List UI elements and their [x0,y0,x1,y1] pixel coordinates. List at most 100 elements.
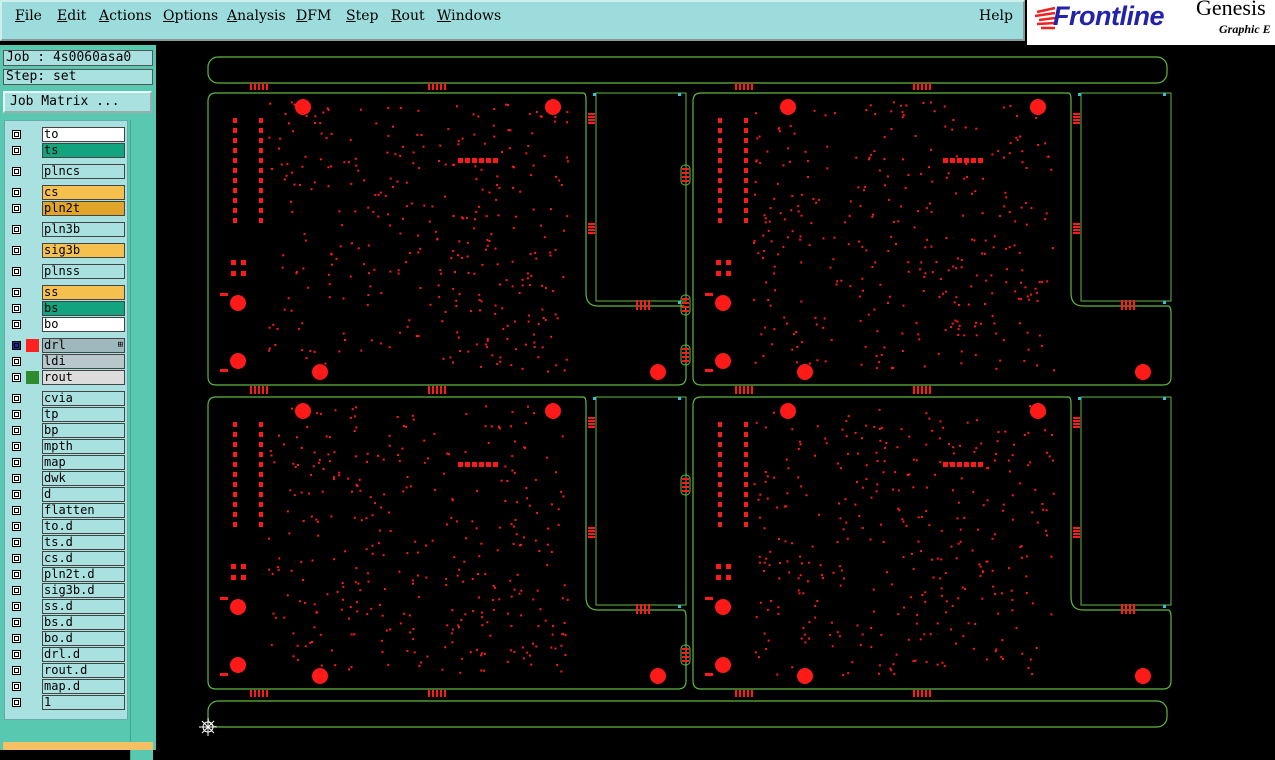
layer-checkbox[interactable] [12,130,21,139]
layer-expand-icon[interactable]: ⊞ [118,339,123,352]
layer-row-bp[interactable]: bp [8,423,128,438]
layer-checkbox[interactable] [12,458,21,467]
layer-checkbox[interactable] [12,394,21,403]
layer-name[interactable]: sig3b [42,243,125,258]
layer-name[interactable]: sig3b.d [42,583,125,598]
layer-checkbox[interactable] [12,474,21,483]
menu-actions[interactable]: Actions [99,8,152,24]
layer-row-pln2t.d[interactable]: pln2t.d [8,567,128,582]
layer-row-ss.d[interactable]: ss.d [8,599,128,614]
layer-checkbox[interactable] [12,442,21,451]
layer-row-bs[interactable]: bs [8,301,128,316]
layer-name[interactable]: drl.d [42,647,125,662]
layer-name[interactable]: plncs [42,164,125,179]
layer-name[interactable]: map.d [42,679,125,694]
layer-checkbox[interactable] [12,586,21,595]
layer-row-map[interactable]: map [8,455,128,470]
layer-checkbox[interactable] [12,341,21,350]
layer-row-ts[interactable]: ts [8,143,128,158]
layer-checkbox[interactable] [12,698,21,707]
layer-name[interactable]: bs [42,301,125,316]
layer-checkbox[interactable] [12,188,21,197]
layer-row-flatten[interactable]: flatten [8,503,128,518]
layer-checkbox[interactable] [12,410,21,419]
layer-checkbox[interactable] [12,204,21,213]
layer-name[interactable]: tp [42,407,125,422]
layer-row-bs.d[interactable]: bs.d [8,615,128,630]
layer-row-rout[interactable]: rout [8,370,128,385]
menu-step[interactable]: Step [346,8,378,24]
layer-name[interactable]: cs [42,185,125,200]
layer-row-pln3b[interactable]: pln3b [8,222,128,237]
layer-checkbox[interactable] [12,288,21,297]
layer-row-sig3b.d[interactable]: sig3b.d [8,583,128,598]
layer-name[interactable]: pln2t [42,201,125,216]
layer-scrollbar[interactable] [130,120,153,760]
layer-row-to[interactable]: to [8,127,128,142]
layer-checkbox[interactable] [12,490,21,499]
menu-rout[interactable]: Rout [391,8,425,24]
layer-row-map.d[interactable]: map.d [8,679,128,694]
layer-row-rout.d[interactable]: rout.d [8,663,128,678]
layer-checkbox[interactable] [12,267,21,276]
layer-name[interactable]: ldi [42,354,125,369]
layer-checkbox[interactable] [12,246,21,255]
layer-name[interactable]: rout.d [42,663,125,678]
layer-checkbox[interactable] [12,602,21,611]
layer-checkbox[interactable] [12,357,21,366]
layer-checkbox[interactable] [12,554,21,563]
layer-name[interactable]: ss [42,285,125,300]
layer-checkbox[interactable] [12,522,21,531]
layer-name[interactable]: bo.d [42,631,125,646]
layer-checkbox[interactable] [12,225,21,234]
layer-checkbox[interactable] [12,538,21,547]
layer-checkbox[interactable] [12,167,21,176]
layer-row-cs[interactable]: cs [8,185,128,200]
layer-checkbox[interactable] [12,320,21,329]
layer-name[interactable]: rout [42,370,125,385]
layer-row-pln2t[interactable]: pln2t [8,201,128,216]
layer-row-cs.d[interactable]: cs.d [8,551,128,566]
layer-name[interactable]: bo [42,317,125,332]
layer-checkbox[interactable] [12,618,21,627]
layer-name[interactable]: flatten [42,503,125,518]
layer-row-bo[interactable]: bo [8,317,128,332]
layer-name[interactable]: cs.d [42,551,125,566]
layer-checkbox[interactable] [12,304,21,313]
layer-name[interactable]: map [42,455,125,470]
layer-name[interactable]: bp [42,423,125,438]
layer-checkbox[interactable] [12,570,21,579]
layer-row-dwk[interactable]: dwk [8,471,128,486]
layer-row-drl[interactable]: drl ⊞ [8,338,128,353]
layer-row-plnss[interactable]: plnss [8,264,128,279]
layer-row-to.d[interactable]: to.d [8,519,128,534]
layer-name[interactable]: mpth [42,439,125,454]
layer-name[interactable]: to.d [42,519,125,534]
menu-analysis[interactable]: Analysis [227,8,286,24]
layer-name[interactable]: ts.d [42,535,125,550]
layer-name[interactable]: pln3b [42,222,125,237]
layer-row-1[interactable]: 1 [8,695,128,710]
layer-checkbox[interactable] [12,146,21,155]
layer-row-d[interactable]: d [8,487,128,502]
layer-name[interactable]: drl ⊞ [42,338,125,353]
layer-name[interactable]: bs.d [42,615,125,630]
layer-name[interactable]: ts [42,143,125,158]
layer-checkbox[interactable] [12,506,21,515]
layer-row-ss[interactable]: ss [8,285,128,300]
job-matrix-button[interactable]: Job Matrix ... [3,91,152,113]
menu-help[interactable]: Help [979,8,1013,24]
layer-name[interactable]: ss.d [42,599,125,614]
graphic-canvas[interactable] [157,45,1275,750]
layer-checkbox[interactable] [12,634,21,643]
layer-row-cvia[interactable]: cvia [8,391,128,406]
layer-row-mpth[interactable]: mpth [8,439,128,454]
layer-checkbox[interactable] [12,373,21,382]
layer-name[interactable]: pln2t.d [42,567,125,582]
layer-row-ts.d[interactable]: ts.d [8,535,128,550]
layer-name[interactable]: dwk [42,471,125,486]
layer-name[interactable]: plnss [42,264,125,279]
layer-row-ldi[interactable]: ldi [8,354,128,369]
menu-file[interactable]: File [15,8,42,24]
layer-checkbox[interactable] [12,426,21,435]
